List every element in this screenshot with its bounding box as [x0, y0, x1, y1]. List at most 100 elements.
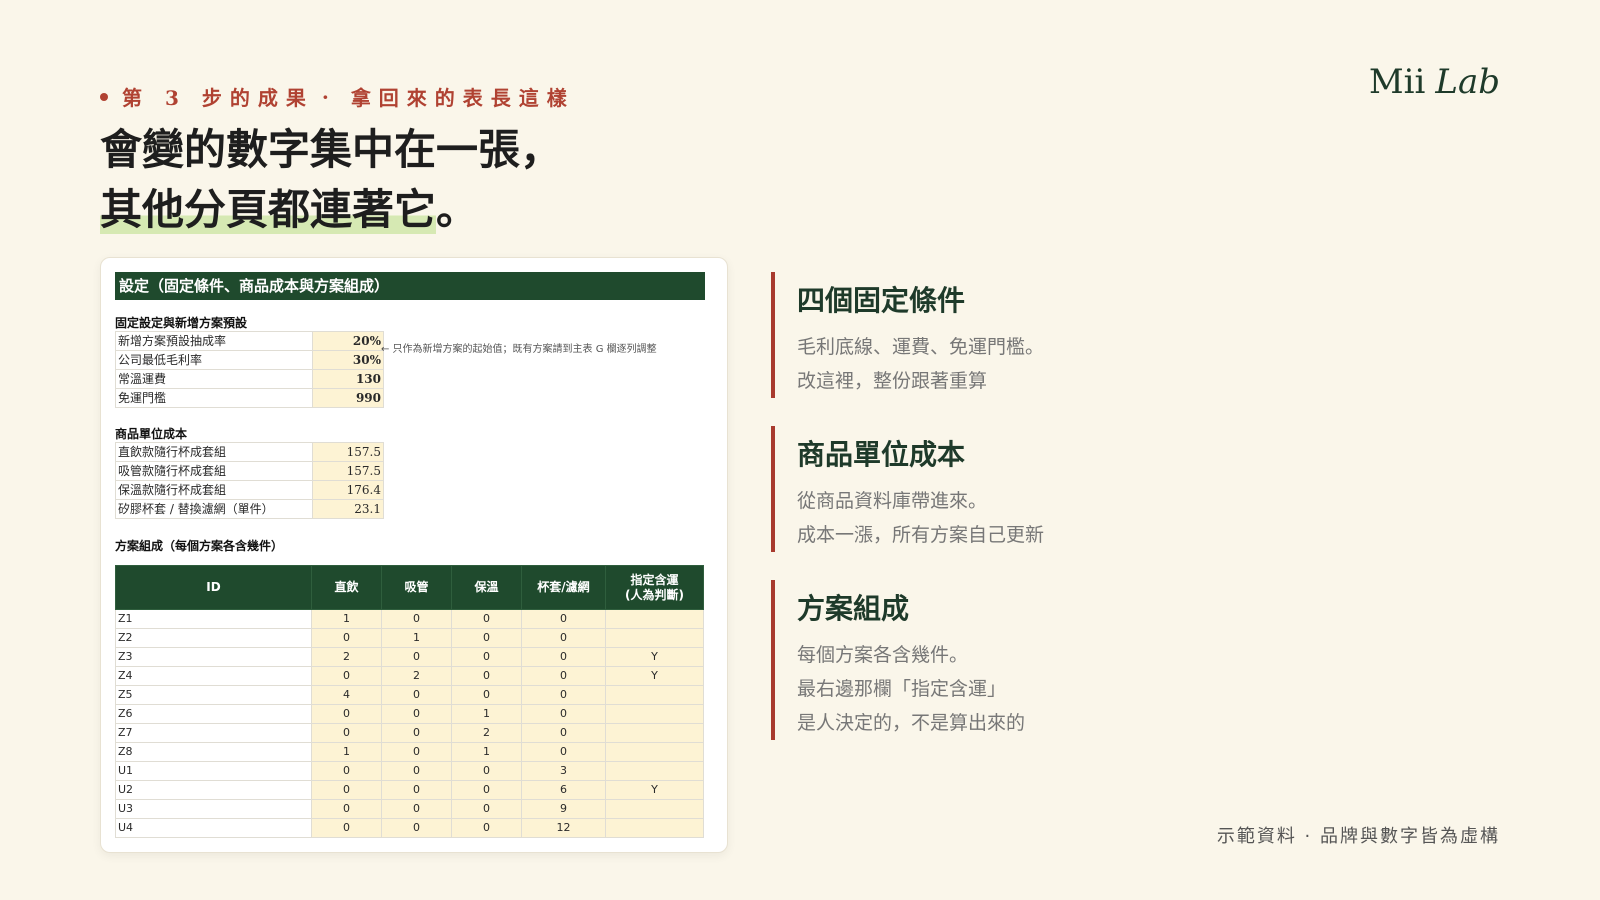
plan-count-cell	[605, 818, 704, 838]
brand-suffix: Lab	[1435, 62, 1500, 102]
plan-id-cell: U4	[115, 818, 312, 838]
row-value: 130	[312, 369, 384, 389]
table-row: 新增方案預設抽成率 20%	[115, 331, 384, 351]
card-fixed-conditions: 四個固定條件 毛利底線、運費、免運門檻。 改這裡，整份跟著重算	[771, 272, 1291, 398]
plan-count-cell: 0	[451, 666, 522, 686]
card-title: 商品單位成本	[797, 438, 966, 471]
footer-disclaimer: 示範資料 · 品牌與數字皆為虛構	[1216, 826, 1500, 847]
explanation-cards: 四個固定條件 毛利底線、運費、免運門檻。 改這裡，整份跟著重算 商品單位成本 從…	[771, 272, 1291, 768]
plan-count-cell: 0	[311, 666, 382, 686]
card-body: 從商品資料庫帶進來。 成本一漲，所有方案自己更新	[797, 484, 1291, 552]
column-header: 吸管	[381, 565, 452, 610]
table-row: 吸管款隨行杯成套組 157.5	[115, 461, 384, 481]
title-line-1: 會變的數字集中在一張，	[100, 125, 563, 174]
brand-name: Mii	[1368, 62, 1426, 102]
title-highlight: 其他分頁都連著它	[100, 185, 437, 234]
row-label: 常溫運費	[115, 369, 313, 389]
table-row: Z4 0 2 0 0 Y	[115, 666, 704, 686]
table-row: U3 0 0 0 9	[115, 799, 704, 819]
plan-count-cell: 0	[381, 799, 452, 819]
table-row: Z8 1 0 1 0	[115, 742, 704, 762]
plan-count-cell: 1	[451, 704, 522, 724]
plan-count-cell: 12	[521, 818, 606, 838]
fixed-settings-table: 新增方案預設抽成率 20% 公司最低毛利率 30% 常溫運費 130 免運門檻 990	[115, 331, 384, 408]
plan-id-cell: Z7	[115, 723, 312, 743]
card-line: 改這裡，整份跟著重算	[797, 370, 988, 392]
plan-count-cell: 0	[311, 628, 382, 648]
unit-cost-heading: 商品單位成本	[115, 427, 188, 441]
plan-count-cell: 0	[521, 685, 606, 705]
table-row: 公司最低毛利率 30%	[115, 350, 384, 370]
plan-count-cell: 1	[311, 609, 382, 629]
row-value: 20%	[312, 331, 384, 351]
plan-count-cell: 6	[521, 780, 606, 800]
title-line-2-end: 。	[436, 185, 479, 234]
plan-count-cell: 0	[521, 647, 606, 667]
plan-count-cell	[605, 799, 704, 819]
plan-count-cell: 0	[381, 818, 452, 838]
title-line-2: 其他分頁都連著它。	[100, 180, 562, 240]
unit-cost-table: 直飲款隨行杯成套組 157.5 吸管款隨行杯成套組 157.5 保溫款隨行杯成套組 176…	[115, 442, 384, 519]
row-label: 直飲款隨行杯成套組	[115, 442, 313, 462]
plan-id-cell: Z2	[115, 628, 312, 648]
row-value: 23.1	[312, 499, 384, 519]
plan-count-cell: 0	[451, 609, 522, 629]
plan-count-cell	[605, 685, 704, 705]
card-unit-cost: 商品單位成本 從商品資料庫帶進來。 成本一漲，所有方案自己更新	[771, 426, 1291, 552]
plan-count-cell	[605, 704, 704, 724]
column-header: ID	[115, 565, 312, 610]
row-label: 矽膠杯套 / 替換濾網（單件）	[115, 499, 313, 519]
plan-id-cell: Z1	[115, 609, 312, 629]
brand-logo: Mii Lab	[1369, 62, 1500, 102]
table-row: U1 0 0 0 3	[115, 761, 704, 781]
page-title: 會變的數字集中在一張， 其他分頁都連著它。	[100, 120, 562, 240]
row-label: 保溫款隨行杯成套組	[115, 480, 313, 500]
plan-composition-heading: 方案組成（每個方案各含幾件）	[115, 539, 284, 553]
kicker-separator: ·	[321, 84, 329, 109]
card-body: 毛利底線、運費、免運門檻。 改這裡，整份跟著重算	[797, 330, 1291, 398]
plan-count-cell	[605, 723, 704, 743]
card-line: 成本一漲，所有方案自己更新	[797, 524, 1045, 546]
plan-count-cell: 0	[311, 704, 382, 724]
plan-count-cell: 0	[521, 742, 606, 762]
table-row: Z6 0 0 1 0	[115, 704, 704, 724]
row-value: 176.4	[312, 480, 384, 500]
plan-count-cell: 4	[311, 685, 382, 705]
row-label: 公司最低毛利率	[115, 350, 313, 370]
plan-count-cell: 2	[451, 723, 522, 743]
kicker-tail: 拿回來的表長這樣	[350, 86, 575, 110]
column-header: 保溫	[451, 565, 522, 610]
plan-id-cell: U1	[115, 761, 312, 781]
sheet-title: 設定（固定條件、商品成本與方案組成）	[115, 272, 705, 300]
card-title: 方案組成	[797, 592, 910, 625]
plan-count-cell: 0	[381, 742, 452, 762]
row-label: 免運門檻	[115, 388, 313, 408]
plan-count-cell: 0	[521, 723, 606, 743]
plan-id-cell: Z6	[115, 704, 312, 724]
plan-count-cell: 0	[311, 723, 382, 743]
plan-id-cell: U2	[115, 780, 312, 800]
plan-count-cell: 0	[451, 780, 522, 800]
row-value: 30%	[312, 350, 384, 370]
plan-count-cell: Y	[605, 666, 704, 686]
plan-id-cell: Z8	[115, 742, 312, 762]
table-row: Z2 0 1 0 0	[115, 628, 704, 648]
plan-id-cell: Z3	[115, 647, 312, 667]
table-row: 直飲款隨行杯成套組 157.5	[115, 442, 384, 462]
fixed-settings-heading: 固定設定與新增方案預設	[115, 316, 248, 330]
section-kicker: 第 3 步的成果 · 拿回來的表長這樣	[100, 82, 575, 111]
plan-count-cell: 9	[521, 799, 606, 819]
row-label: 吸管款隨行杯成套組	[115, 461, 313, 481]
card-line: 每個方案各含幾件。	[797, 644, 969, 666]
plan-count-cell: Y	[605, 780, 704, 800]
default-rate-note: ← 只作為新增方案的起始值；既有方案請到主表 G 欄逐列調整	[381, 344, 657, 355]
plan-count-cell	[605, 628, 704, 648]
table-row: U2 0 0 0 6 Y	[115, 780, 704, 800]
table-row: U4 0 0 0 12	[115, 818, 704, 838]
plan-count-cell: 0	[381, 780, 452, 800]
row-value: 157.5	[312, 442, 384, 462]
plan-count-cell	[605, 742, 704, 762]
plan-count-cell: 1	[381, 628, 452, 648]
plan-id-cell: Z4	[115, 666, 312, 686]
plan-count-cell: 0	[451, 761, 522, 781]
